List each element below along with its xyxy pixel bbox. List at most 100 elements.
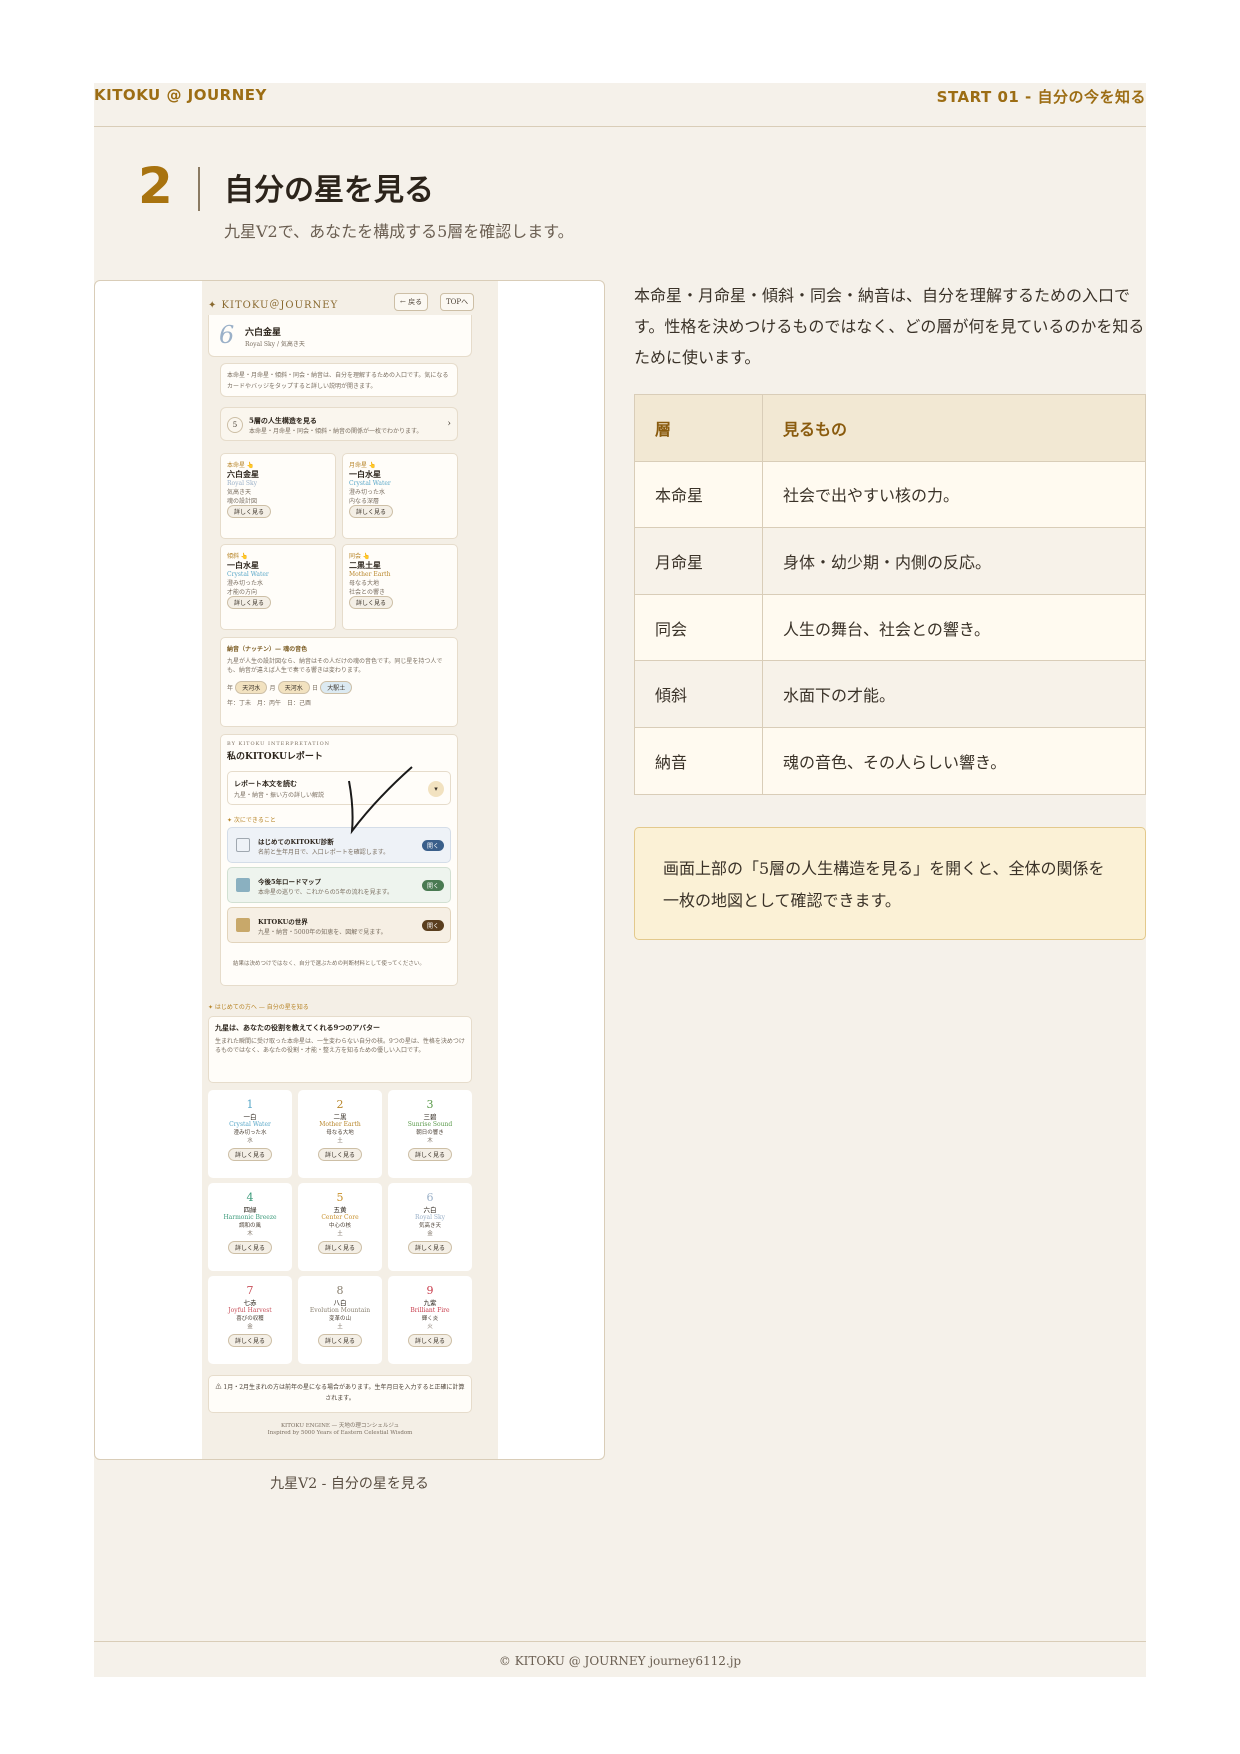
star-detail-button[interactable]: 詳しく見る	[227, 1241, 272, 1254]
chevron-down-icon: ▾	[428, 781, 444, 797]
layer-card-keisha[interactable]: 傾斜 👆 一白水星 Crystal Water 澄み切った水 才能の方向 詳しく…	[220, 544, 336, 630]
open-button[interactable]: 開く	[421, 880, 444, 891]
card-detail-button[interactable]: 詳しく見る	[227, 505, 272, 518]
nattin-badge[interactable]: 大駅土	[320, 681, 353, 694]
cell-layer: 傾斜	[634, 660, 763, 728]
star-cell-kanji: 四緑	[243, 1206, 257, 1214]
star-cell-english: Joyful Harvest	[228, 1307, 272, 1314]
table-row: 同会 人生の舞台、社会との響き。	[634, 593, 1146, 662]
card-tag: 傾斜 👆	[227, 553, 249, 560]
top-button[interactable]: TOPへ	[440, 293, 475, 311]
card-line2: 魂の設計図	[227, 498, 258, 505]
layer-card-honmei[interactable]: 本命星 👆 六白金星 Royal Sky 気高き天 魂の設計図 詳しく見る	[220, 453, 336, 539]
star-cell-element: 金	[427, 1231, 433, 1237]
nattin-desc: 九星が人生の設計図なら、納音はその人だけの魂の音色です。同じ星を持つ人でも、納音…	[227, 658, 443, 674]
star-detail-button[interactable]: 詳しく見る	[407, 1148, 452, 1161]
beginner-label: ✦ はじめての方へ — 自分の星を知る	[208, 1004, 309, 1011]
card-name: 一白水星	[349, 469, 381, 479]
star-cell[interactable]: 2 二黒 Mother Earth 母なる大地土詳しく見る	[298, 1090, 382, 1178]
star-cell[interactable]: 7 七赤 Joyful Harvest 喜びの収穫金詳しく見る	[208, 1276, 292, 1364]
screenshot-caption: 九星V2 - 自分の星を見る	[270, 1476, 429, 1492]
star-detail-button[interactable]: 詳しく見る	[407, 1334, 452, 1347]
star-detail-button[interactable]: 詳しく見る	[227, 1334, 272, 1347]
card-tag: 月命星 👆	[349, 462, 377, 469]
card-name: 六白金星	[227, 469, 259, 479]
nattin-foot: 年：丁未 月：丙午 日：己酉	[227, 700, 312, 707]
cell-layer: 納音	[634, 726, 763, 795]
star-cell-english: Royal Sky	[414, 1214, 446, 1221]
star-cell-meaning: 変革の山	[328, 1316, 351, 1322]
star-cell[interactable]: 5 五黄 Center Core 中心の核土詳しく見る	[298, 1183, 382, 1271]
nattin-badge[interactable]: 天河水	[277, 681, 310, 694]
app-screenshot-frame: ✦ KITOKU＠JOURNEY ← 戻る TOPへ 6 六白金星 Royal …	[94, 280, 605, 1460]
next-item-roadmap[interactable]: 今後5年ロードマップ 本命星の巡りで、これからの5年の流れを見ます。 開く	[227, 867, 451, 903]
star-cell-english: Mother Earth	[319, 1121, 361, 1128]
star-cell-english: Center Core	[321, 1214, 359, 1221]
star-cell-element: 金	[247, 1324, 253, 1330]
badge-label: 年	[227, 685, 234, 692]
star-cell-english: Crystal Water	[229, 1121, 271, 1128]
table-row: 本命星 社会で出やすい核の力。	[634, 460, 1146, 529]
open-button[interactable]: 開く	[421, 840, 444, 851]
cell-what: 魂の音色、その人らしい響き。	[762, 726, 1146, 795]
table-row: 月命星 身体・幼少期・内側の反応。	[634, 527, 1146, 595]
app-footer-inspired: Inspired by 5000 Years of Eastern Celest…	[267, 1430, 413, 1436]
phone-screen: ✦ KITOKU＠JOURNEY ← 戻る TOPへ 6 六白金星 Royal …	[202, 281, 498, 1459]
star-cell[interactable]: 9 九紫 Brilliant Fire 輝く炎火詳しく見る	[388, 1276, 472, 1364]
card-tag: 同会 👆	[349, 553, 371, 560]
document-page: KITOKU @ JOURNEY START 01 - 自分の今を知る 2 自分…	[94, 83, 1146, 1677]
star-cell-number: 8	[336, 1284, 344, 1297]
star-detail-button[interactable]: 詳しく見る	[317, 1334, 362, 1347]
card-tag: 本命星 👆	[227, 462, 255, 469]
star-number: 6	[219, 321, 235, 349]
table-header-row: 層 見るもの	[634, 394, 1146, 462]
star-cell[interactable]: 4 四緑 Harmonic Breeze 調和の風木詳しく見る	[208, 1183, 292, 1271]
card-line2: 才能の方向	[227, 589, 258, 596]
star-cell-meaning: 澄み切った水	[233, 1130, 267, 1136]
star-cell-english: Sunrise Sound	[407, 1121, 453, 1128]
card-detail-button[interactable]: 詳しく見る	[227, 596, 272, 609]
back-button[interactable]: ← 戻る	[394, 293, 429, 311]
report-title: 私のKITOKUレポート	[227, 752, 323, 762]
star-cell-kanji: 三碧	[423, 1113, 437, 1121]
card-detail-button[interactable]: 詳しく見る	[349, 505, 394, 518]
open-button[interactable]: 開く	[421, 920, 444, 931]
star-detail-button[interactable]: 詳しく見る	[317, 1148, 362, 1161]
star-cell-kanji: 九紫	[423, 1299, 437, 1307]
header-brand: KITOKU @ JOURNEY	[94, 86, 267, 104]
cell-layer: 月命星	[634, 527, 763, 595]
card-detail-button[interactable]: 詳しく見る	[349, 596, 394, 609]
star-cell-meaning: 朝日の響き	[416, 1130, 444, 1136]
tip-note: 画面上部の「5層の人生構造を見る」を開くと、全体の関係を一枚の地図として確認でき…	[634, 827, 1146, 940]
next-item-world[interactable]: KITOKUの世界 九星・納音・5000年の知恵を、図解で見ます。 開く	[227, 907, 451, 943]
intro-text: 本命星・月命星・傾斜・同会・納音は、自分を理解するための入口です。気になるカード…	[227, 372, 449, 390]
star-cell[interactable]: 6 六白 Royal Sky 気高き天金詳しく見る	[388, 1183, 472, 1271]
next-note: 結果は決めつけではなく、自分で選ぶための判断材料として使ってください。	[233, 961, 425, 967]
report-read-sub: 九星・納音・振い方の詳しい解説	[234, 792, 325, 799]
structure-desc: 本命星・月命星・同会・傾斜・納音の関係が一枚でわかります。	[249, 428, 423, 434]
star-cell[interactable]: 1 一白 Crystal Water 澄み切った水水詳しく見る	[208, 1090, 292, 1178]
card-name: 一白水星	[227, 560, 259, 570]
warning-card: ⚠ 1月・2月生まれの方は前年の星になる場合があります。生年月日を入力すると正確…	[208, 1375, 472, 1413]
nattin-badge[interactable]: 天河水	[235, 681, 268, 694]
star-cell[interactable]: 8 八白 Evolution Mountain 変革の山土詳しく見る	[298, 1276, 382, 1364]
card-en: Crystal Water	[227, 571, 269, 578]
star-cell-number: 2	[336, 1098, 344, 1111]
next-label: ✦ 次にできること	[227, 817, 276, 824]
star-detail-button[interactable]: 詳しく見る	[317, 1241, 362, 1254]
star-cell-number: 3	[426, 1098, 434, 1111]
checkmark-annotation	[348, 766, 413, 835]
card-line1: 母なる大地	[349, 580, 380, 587]
star-detail-button[interactable]: 詳しく見る	[227, 1148, 272, 1161]
star-cell-number: 1	[246, 1098, 254, 1111]
next-item-desc: 名前と生年月日で、入口レポートを確認します。	[258, 849, 390, 856]
star-cell-number: 9	[426, 1284, 434, 1297]
star-cell-element: 土	[337, 1138, 343, 1144]
next-item-title: 今後5年ロードマップ	[258, 878, 322, 886]
structure-title: 5層の人生構造を見る	[249, 416, 317, 425]
star-cell[interactable]: 3 三碧 Sunrise Sound 朝日の響き木詳しく見る	[388, 1090, 472, 1178]
layer-card-getsumei[interactable]: 月命星 👆 一白水星 Crystal Water 澄み切った水 内なる深層 詳し…	[342, 453, 458, 539]
star-detail-button[interactable]: 詳しく見る	[407, 1241, 452, 1254]
layer-card-doukai[interactable]: 同会 👆 二黒土星 Mother Earth 母なる大地 社会との響き 詳しく見…	[342, 544, 458, 630]
structure-link[interactable]: 5 5層の人生構造を見る 本命星・月命星・同会・傾斜・納音の関係が一枚でわかりま…	[220, 407, 458, 441]
